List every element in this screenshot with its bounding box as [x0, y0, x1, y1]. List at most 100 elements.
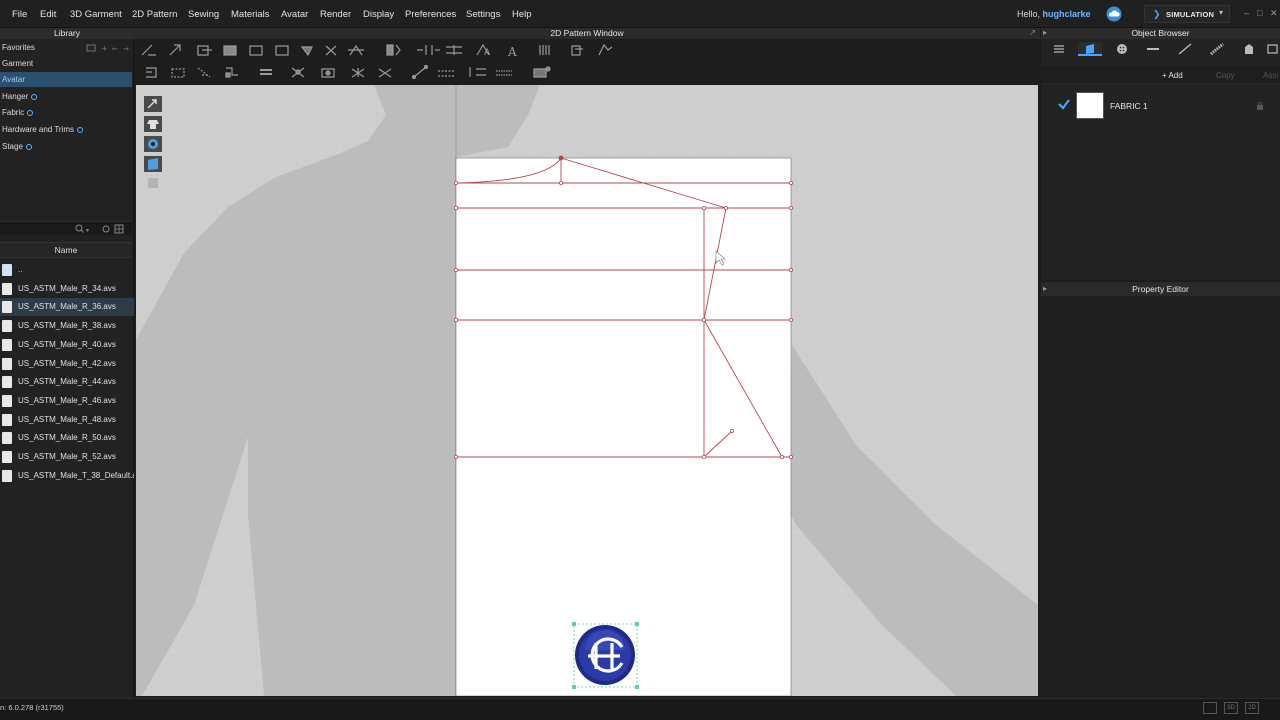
library-column-header[interactable]: Name: [0, 242, 132, 258]
zipper-tab-icon[interactable]: [1205, 42, 1229, 56]
library-category-fabric[interactable]: Fabric: [0, 105, 132, 120]
object-browser-title: Object Browser: [1041, 28, 1280, 39]
file-row[interactable]: US_ASTM_Male_R_50.avs: [0, 429, 134, 447]
file-name: US_ASTM_Male_R_50.avs: [18, 433, 116, 443]
fabric-name: FABRIC 1: [1110, 101, 1148, 111]
copy-button[interactable]: Copy: [1216, 71, 1235, 80]
fabric-swatch: [1076, 92, 1104, 119]
menu-settings[interactable]: Settings: [466, 9, 500, 20]
link-dot-icon: [25, 143, 32, 150]
panel-expand-icon[interactable]: ▸: [1043, 284, 1047, 293]
file-row[interactable]: US_ASTM_Male_R_40.avs: [0, 336, 134, 354]
svg-text:▾: ▾: [86, 227, 89, 234]
avatar-file-icon: [2, 432, 12, 445]
button-tab-icon[interactable]: [1110, 42, 1134, 56]
topstitch-tab-icon[interactable]: [1173, 42, 1197, 56]
file-row[interactable]: US_ASTM_Male_R_52.avs: [0, 448, 134, 466]
username[interactable]: hughclarke: [1043, 9, 1091, 19]
file-row[interactable]: US_ASTM_Male_T_38_Default.avs: [0, 467, 145, 485]
menu-render[interactable]: Render: [320, 9, 351, 20]
menu-preferences[interactable]: Preferences: [405, 9, 456, 20]
checkmark-icon[interactable]: [1057, 98, 1071, 110]
link-dot-icon: [31, 93, 38, 100]
avatar-file-icon: [2, 338, 12, 351]
menu-display[interactable]: Display: [363, 9, 394, 20]
file-name: ..: [18, 265, 23, 274]
file-name: US_ASTM_Male_R_40.avs: [18, 339, 116, 349]
file-row[interactable]: US_ASTM_Male_R_42.avs: [0, 355, 134, 373]
assign-button[interactable]: Assi: [1263, 71, 1278, 80]
avatar-file-icon: [2, 282, 12, 295]
category-label: Stage: [2, 142, 23, 151]
library-category-avatar[interactable]: Avatar: [0, 72, 132, 87]
category-label: Hanger: [2, 92, 29, 101]
library-panel: Library + ← → Favorites Garment Avatar H…: [0, 28, 145, 698]
file-name: US_ASTM_Male_R_44.avs: [18, 377, 116, 387]
split-view-icon[interactable]: [1203, 702, 1217, 714]
library-search-input[interactable]: ▾: [0, 221, 132, 235]
add-button[interactable]: + Add: [1162, 71, 1183, 80]
inactive-tool-icon: [148, 178, 158, 188]
file-name: US_ASTM_Male_R_48.avs: [18, 414, 116, 424]
menu-avatar[interactable]: Avatar: [281, 9, 308, 20]
2d-view-icon[interactable]: 2D: [1245, 702, 1259, 714]
close-icon[interactable]: ✕: [1270, 8, 1278, 19]
property-editor-panel: Property Editor ▸: [1041, 282, 1280, 698]
menu-file[interactable]: File: [12, 9, 27, 20]
avatar-file-icon: [2, 469, 12, 482]
pattern-toolbar-row-1: A A: [134, 41, 1040, 61]
menu-edit[interactable]: Edit: [40, 9, 56, 20]
simulation-mode-dropdown[interactable]: ❯ SIMULATION ▾: [1144, 5, 1230, 23]
menu-help[interactable]: Help: [512, 9, 532, 20]
menu-sewing[interactable]: Sewing: [188, 9, 219, 20]
library-category-stage[interactable]: Stage: [0, 139, 132, 154]
undock-icon[interactable]: ↗: [1029, 28, 1036, 37]
fabric-list-item[interactable]: FABRIC 1: [1041, 90, 1280, 120]
link-dot-icon: [27, 109, 34, 116]
pattern-window-title: 2D Pattern Window: [134, 28, 1040, 39]
file-row[interactable]: US_ASTM_Male_R_48.avs: [0, 411, 134, 429]
avatar-tool-icon[interactable]: [144, 136, 162, 152]
buttonhole-tab-icon[interactable]: [1141, 42, 1165, 56]
avatar-file-icon: [2, 320, 12, 333]
file-row[interactable]: US_ASTM_Male_R_36.avs: [0, 298, 134, 317]
library-category-hanger[interactable]: Hanger: [0, 89, 132, 104]
trim-tab-icon[interactable]: [1237, 42, 1261, 56]
file-row[interactable]: US_ASTM_Male_R_44.avs: [0, 373, 134, 391]
maximize-icon[interactable]: □: [1257, 8, 1262, 18]
avatar-file-icon: [2, 451, 12, 463]
category-label: Favorites: [2, 43, 35, 52]
fabric-tab-icon[interactable]: [1078, 42, 1102, 56]
file-row[interactable]: US_ASTM_Male_R_38.avs: [0, 317, 134, 335]
file-name: US_ASTM_Male_R_52.avs: [18, 452, 116, 461]
cloud-sync-icon[interactable]: [1105, 6, 1123, 22]
file-name: US_ASTM_Male_R_34.avs: [18, 283, 116, 293]
menu-3d-garment[interactable]: 3D Garment: [70, 9, 122, 20]
lock-icon[interactable]: [1256, 102, 1264, 110]
library-category-garment[interactable]: Garment: [0, 56, 132, 71]
file-row[interactable]: US_ASTM_Male_R_46.avs: [0, 392, 134, 410]
library-category-favorites[interactable]: Favorites: [0, 40, 132, 55]
svg-text:A: A: [484, 48, 491, 58]
menu-2d-pattern[interactable]: 2D Pattern: [132, 9, 177, 20]
status-bar: n: 6.0.278 (r31755) 3D 2D: [0, 698, 1280, 720]
list-view-icon[interactable]: [1047, 42, 1071, 56]
3d-view-icon[interactable]: 3D: [1224, 702, 1238, 714]
library-category-hardware[interactable]: Hardware and Trims: [0, 122, 132, 137]
graphic-tab-icon[interactable]: [1265, 42, 1280, 56]
file-row[interactable]: US_ASTM_Male_R_34.avs: [0, 280, 134, 298]
folder-icon: [2, 264, 12, 276]
category-label: Hardware and Trims: [2, 125, 75, 134]
selection-tool-icon[interactable]: [144, 96, 162, 112]
pattern-toolbar-row-2: [134, 63, 1040, 83]
avatar-file-icon: [2, 413, 12, 426]
garment-tool-icon[interactable]: [144, 116, 162, 132]
fabric-tool-icon[interactable]: [144, 156, 162, 172]
menu-materials[interactable]: Materials: [231, 9, 270, 20]
minimize-icon[interactable]: –: [1244, 8, 1249, 18]
pattern-canvas[interactable]: [136, 85, 1038, 697]
parent-folder-row[interactable]: ..: [0, 261, 134, 279]
version-text: n: 6.0.278 (r31755): [0, 703, 64, 712]
panel-expand-icon[interactable]: ▸: [1043, 28, 1047, 37]
pattern-window: 2D Pattern Window ↗ A A: [134, 28, 1040, 698]
